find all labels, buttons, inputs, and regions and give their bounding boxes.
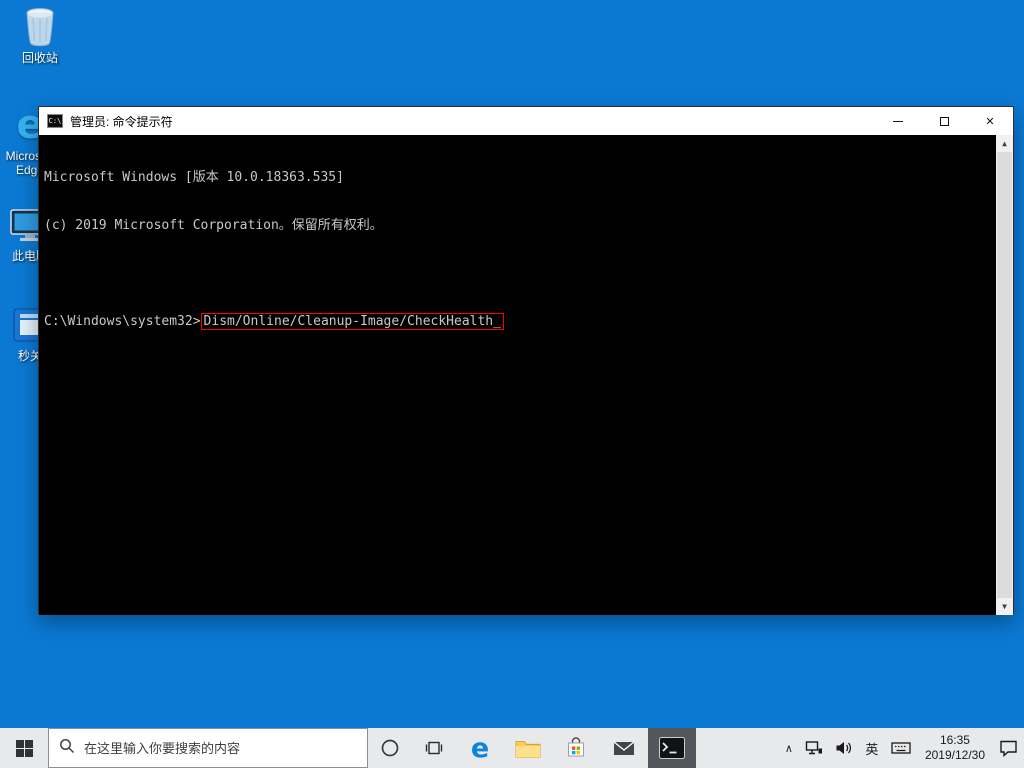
- tray-chevron-up-icon[interactable]: ∧: [779, 728, 799, 768]
- desktop-icon-recycle-bin[interactable]: 回收站: [8, 6, 72, 65]
- cmd-icon: [659, 737, 685, 759]
- task-view-button[interactable]: [412, 728, 456, 768]
- minimize-icon: [893, 120, 903, 122]
- console-output[interactable]: Microsoft Windows [版本 10.0.18363.535] (c…: [39, 135, 1013, 615]
- search-icon: [59, 738, 75, 759]
- taskbar-app-cmd[interactable]: [648, 728, 696, 768]
- command-text: Dism/Online/Cleanup-Image/CheckHealth: [203, 314, 494, 329]
- console-prompt-line: C:\Windows\system32> Dism/Online/Cleanup-…: [44, 313, 993, 330]
- taskbar-app-store[interactable]: [552, 728, 600, 768]
- task-view-icon: [425, 741, 443, 755]
- folder-icon: [515, 740, 541, 758]
- search-input[interactable]: [84, 740, 357, 756]
- close-button[interactable]: ✕: [967, 107, 1013, 135]
- minimize-button[interactable]: [875, 107, 921, 135]
- cortana-icon: [381, 739, 399, 757]
- start-button[interactable]: [0, 728, 48, 768]
- text-cursor: _: [493, 314, 501, 329]
- store-icon: [568, 737, 584, 757]
- cmd-window: C:\ 管理员: 命令提示符 ✕ Microsoft Windows [版本 1…: [38, 106, 1014, 615]
- highlighted-command: Dism/Online/Cleanup-Image/CheckHealth_: [200, 313, 504, 330]
- windows-logo-icon: [15, 739, 33, 757]
- ime-indicator[interactable]: 英: [859, 728, 885, 768]
- recycle-bin-icon: [18, 6, 62, 48]
- desktop: 回收站 e Microsoft Edge 此电脑 秒关 C:\ 管理员: 命令提…: [0, 0, 1024, 768]
- network-icon[interactable]: [799, 728, 829, 768]
- console-line-version: Microsoft Windows [版本 10.0.18363.535]: [44, 170, 344, 185]
- cmd-icon: C:\: [47, 114, 63, 128]
- maximize-icon: [939, 116, 949, 126]
- taskbar-app-file-explorer[interactable]: [504, 728, 552, 768]
- console-prompt: C:\Windows\system32>: [44, 314, 201, 329]
- scrollbar[interactable]: ▲ ▼: [996, 135, 1013, 615]
- scroll-down-icon[interactable]: ▼: [996, 598, 1013, 615]
- cmd-titlebar[interactable]: C:\ 管理员: 命令提示符 ✕: [39, 107, 1013, 135]
- console-line-copyright: (c) 2019 Microsoft Corporation。保留所有权利。: [44, 218, 383, 233]
- action-center-icon[interactable]: [993, 728, 1024, 768]
- taskbar-app-edge[interactable]: e: [456, 728, 504, 768]
- scrollbar-thumb[interactable]: [997, 152, 1012, 598]
- taskbar: e ∧: [0, 728, 1024, 768]
- touch-keyboard-icon[interactable]: [885, 728, 917, 768]
- clock-time: 16:35: [939, 733, 970, 747]
- taskbar-clock[interactable]: 16:35 2019/12/30: [917, 728, 993, 768]
- clock-date: 2019/12/30: [924, 748, 985, 762]
- volume-icon[interactable]: [829, 728, 859, 768]
- edge-icon: e: [470, 732, 490, 764]
- scroll-up-icon[interactable]: ▲: [996, 135, 1013, 152]
- cortana-button[interactable]: [368, 728, 412, 768]
- icon-label: 回收站: [21, 51, 58, 65]
- taskbar-search[interactable]: [48, 728, 368, 768]
- taskbar-app-mail[interactable]: [600, 728, 648, 768]
- mail-icon: [613, 740, 635, 755]
- maximize-button[interactable]: [921, 107, 967, 135]
- window-controls: ✕: [875, 107, 1013, 135]
- window-title: 管理员: 命令提示符: [70, 114, 173, 129]
- system-tray: ∧ 英 16:35 2019/12/30: [779, 728, 1024, 768]
